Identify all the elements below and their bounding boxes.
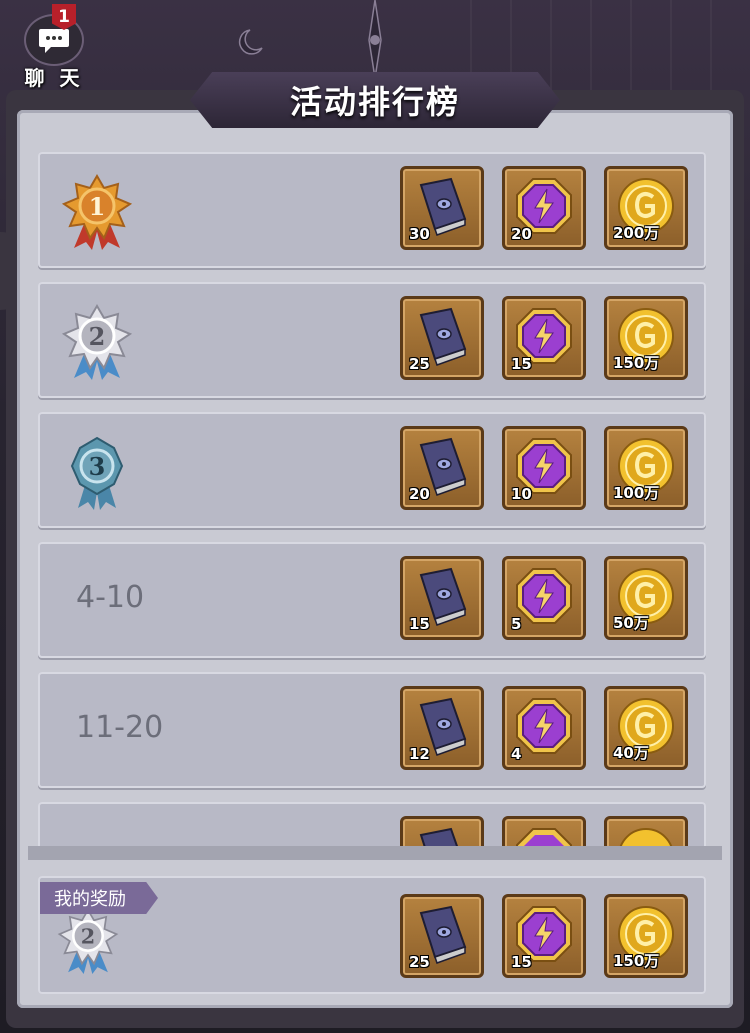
ranking-row-3: 3 20 10 100万 — [38, 412, 706, 528]
reward-items: 15 5 50万 — [400, 556, 688, 640]
item-quantity: 15 — [511, 355, 532, 373]
divider — [28, 846, 722, 860]
item-quantity: 5 — [511, 615, 522, 633]
medal-number: 2 — [89, 322, 106, 351]
reward-item[interactable]: 15 — [502, 296, 586, 380]
title-plate: 活动排行榜 — [190, 72, 560, 128]
reward-item[interactable]: 100万 — [604, 426, 688, 510]
item-quantity: 25 — [409, 953, 430, 971]
item-quantity: 4 — [511, 745, 522, 763]
reward-item[interactable]: 10 — [502, 426, 586, 510]
energy-crystal-icon — [516, 698, 572, 754]
bronze-medal-icon: 3 — [70, 436, 124, 510]
ranking-row-partial — [38, 802, 706, 846]
rank-range-label: 4-10 — [76, 580, 145, 615]
reward-item[interactable]: 5 — [502, 556, 586, 640]
reward-item[interactable]: 12 — [400, 686, 484, 770]
item-quantity: 30 — [409, 225, 430, 243]
energy-crystal-icon — [516, 828, 572, 846]
reward-item[interactable]: 150万 — [604, 296, 688, 380]
ranking-row-1: 1 30 20 200万 — [38, 152, 706, 268]
item-quantity: 40万 — [613, 744, 649, 762]
reward-item[interactable]: 150万 — [604, 894, 688, 978]
medal-number: 3 — [89, 452, 106, 481]
reward-items: 25 15 150万 — [400, 894, 688, 978]
reward-items: 12 4 40万 — [400, 686, 688, 770]
item-quantity: 20 — [409, 485, 430, 503]
item-quantity: 150万 — [613, 952, 660, 970]
item-quantity: 50万 — [613, 614, 649, 632]
reward-item[interactable]: 25 — [400, 296, 484, 380]
reward-item[interactable]: 200万 — [604, 166, 688, 250]
medal-number: 2 — [81, 925, 95, 949]
ranking-row-11-20: 11-20 12 4 40万 — [38, 672, 706, 788]
reward-item[interactable]: 15 — [502, 894, 586, 978]
silver-medal-icon: 2 — [57, 908, 119, 974]
gold-coin-icon — [619, 828, 673, 846]
reward-item[interactable] — [604, 816, 688, 846]
spire-ornament — [368, 0, 382, 78]
chat-button[interactable]: 1 聊 天 — [18, 4, 90, 90]
item-quantity: 25 — [409, 355, 430, 373]
item-quantity: 15 — [409, 615, 430, 633]
item-quantity: 20 — [511, 225, 532, 243]
item-quantity: 10 — [511, 485, 532, 503]
reward-item[interactable]: 20 — [400, 426, 484, 510]
reward-item[interactable] — [502, 816, 586, 846]
reward-item[interactable]: 40万 — [604, 686, 688, 770]
item-quantity: 15 — [511, 953, 532, 971]
reward-items: 25 15 150万 — [400, 296, 688, 380]
reward-item[interactable]: 4 — [502, 686, 586, 770]
my-reward-tag: 我的奖励 — [40, 882, 158, 914]
silver-medal-icon: 2 — [61, 304, 133, 380]
medal-number: 1 — [89, 192, 106, 221]
reward-item[interactable]: 25 — [400, 894, 484, 978]
rank-range-label: 11-20 — [76, 710, 164, 745]
gold-medal-icon: 1 — [61, 174, 133, 250]
energy-crystal-icon — [516, 568, 572, 624]
reward-items: 20 10 100万 — [400, 426, 688, 510]
item-quantity: 12 — [409, 745, 430, 763]
reward-item[interactable]: 50万 — [604, 556, 688, 640]
chat-label: 聊 天 — [24, 66, 84, 90]
page-title: 活动排行榜 — [289, 83, 460, 121]
book-icon — [419, 827, 459, 846]
item-quantity: 100万 — [613, 484, 660, 502]
item-quantity: 150万 — [613, 354, 660, 372]
ranking-list[interactable]: 1 30 20 200万 2 25 15 150万 3 20 10 100万 4… — [28, 142, 722, 846]
reward-items: 30 20 200万 — [400, 166, 688, 250]
ranking-row-4-10: 4-10 15 5 50万 — [38, 542, 706, 658]
reward-items — [400, 816, 688, 846]
ranking-row-2: 2 25 15 150万 — [38, 282, 706, 398]
reward-item[interactable] — [400, 816, 484, 846]
reward-item[interactable]: 15 — [400, 556, 484, 640]
item-quantity: 200万 — [613, 224, 660, 242]
reward-item[interactable]: 30 — [400, 166, 484, 250]
crescent-moon-icon — [238, 29, 263, 55]
reward-item[interactable]: 20 — [502, 166, 586, 250]
